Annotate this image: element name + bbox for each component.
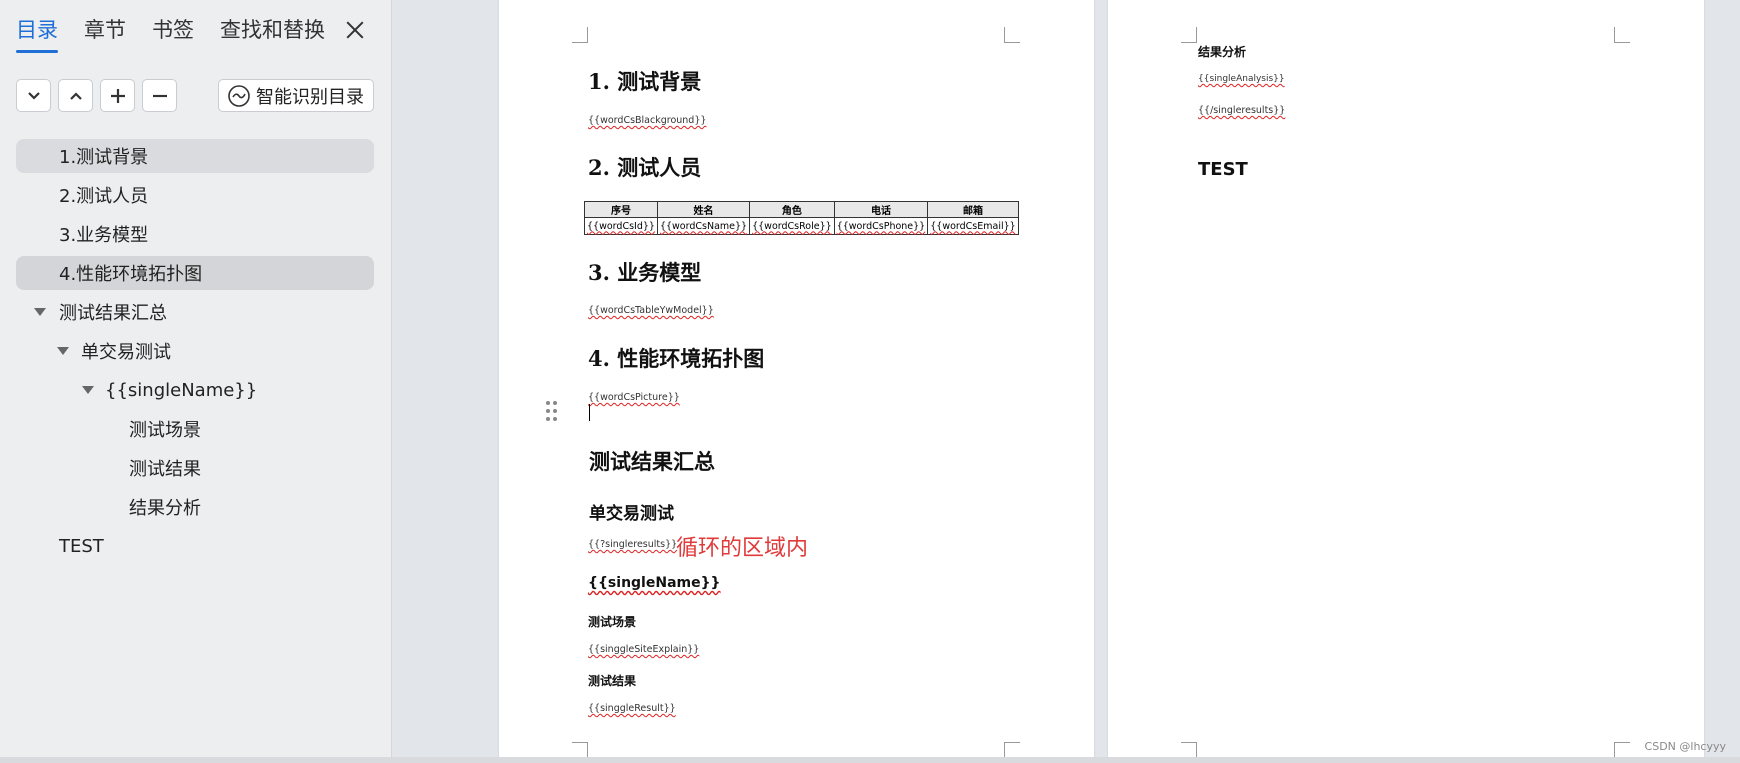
placeholder-results-close[interactable]: {{/singleresults}} (1198, 105, 1285, 116)
heading-test-scene[interactable]: 测试场景 (588, 613, 636, 630)
heading-single-transaction[interactable]: 单交易测试 (589, 499, 674, 524)
heading-topology[interactable]: 4. 性能环境拓扑图 (588, 343, 764, 373)
tab-toc[interactable]: 目录 (16, 14, 58, 53)
placeholder-results-open[interactable]: {{?singleresults}} (588, 539, 677, 550)
toc-tree: 1.测试背景 2.测试人员 3.业务模型 4.性能环境拓扑图 测试结果汇总 单交… (16, 139, 374, 568)
placeholder-background[interactable]: {{wordCsBlackground}} (588, 115, 706, 126)
smart-recognize-icon (228, 84, 250, 107)
table-header-cell[interactable]: 序号 (584, 201, 658, 218)
toc-item[interactable]: 结果分析 (16, 490, 374, 524)
toc-item[interactable]: 单交易测试 (16, 334, 374, 368)
close-icon[interactable] (343, 18, 367, 42)
tab-sections[interactable]: 章节 (84, 14, 126, 50)
crop-mark (1004, 742, 1020, 758)
add-button[interactable] (100, 79, 135, 112)
minus-icon (152, 94, 167, 97)
move-down-button[interactable] (16, 79, 51, 112)
table-cell[interactable]: {{wordCsName}} (656, 217, 751, 235)
chevron-up-icon (69, 91, 82, 100)
table-cell[interactable]: {{wordCsPhone}} (833, 217, 929, 235)
heading-results-summary[interactable]: 测试结果汇总 (589, 446, 715, 476)
heading-test-result[interactable]: 测试结果 (588, 672, 636, 689)
navigation-pane: 目录 章节 书签 查找和替换 智能识别目录 1.测试背景 2.测试人员 3.业务… (0, 0, 392, 763)
toc-item[interactable]: 2.测试人员 (16, 178, 374, 212)
tab-find-replace[interactable]: 查找和替换 (220, 14, 325, 50)
remove-button[interactable] (142, 79, 177, 112)
placeholder-analysis[interactable]: {{singleAnalysis}} (1198, 74, 1285, 84)
toc-item[interactable]: 测试结果汇总 (16, 295, 374, 329)
table-header-cell[interactable]: 邮箱 (927, 201, 1019, 218)
tab-bookmarks[interactable]: 书签 (152, 14, 194, 50)
crop-mark (1614, 742, 1630, 758)
loop-region-note[interactable]: 循环的区域内 (676, 530, 808, 562)
table-cell[interactable]: {{wordCsId}} (584, 217, 658, 235)
placeholder-result[interactable]: {{singgleResult}} (588, 703, 676, 714)
smart-toc-button[interactable]: 智能识别目录 (218, 79, 374, 112)
expand-caret-icon[interactable] (34, 308, 46, 316)
text-cursor (589, 404, 590, 421)
toc-item[interactable]: 1.测试背景 (16, 139, 374, 173)
toc-item[interactable]: 3.业务模型 (16, 217, 374, 251)
placeholder-scene[interactable]: {{singgleSiteExplain}} (588, 644, 699, 655)
bottom-scrollbar[interactable] (0, 757, 1740, 763)
crop-mark (1181, 742, 1197, 758)
heading-result-analysis[interactable]: 结果分析 (1198, 43, 1246, 60)
table-row: {{wordCsId}} {{wordCsName}} {{wordCsRole… (584, 217, 1019, 235)
move-up-button[interactable] (58, 79, 93, 112)
chevron-down-icon (27, 91, 40, 100)
table-header-cell[interactable]: 角色 (749, 201, 835, 218)
toc-item[interactable]: TEST (16, 529, 374, 563)
smart-toc-label: 智能识别目录 (256, 86, 364, 108)
toc-item[interactable]: 测试场景 (16, 412, 374, 446)
watermark: CSDN @lhcyyy (1644, 740, 1726, 753)
table-cell[interactable]: {{wordCsEmail}} (927, 217, 1019, 235)
toc-item[interactable]: 测试结果 (16, 451, 374, 485)
toc-item[interactable]: 4.性能环境拓扑图 (16, 256, 374, 290)
crop-mark (572, 742, 588, 758)
nav-tabs: 目录 章节 书签 查找和替换 (16, 14, 351, 53)
personnel-table[interactable]: 序号 姓名 角色 电话 邮箱 {{wordCsId}} {{wordCsName… (584, 201, 1019, 235)
toc-item[interactable]: {{singleName}} (16, 373, 374, 407)
expand-caret-icon[interactable] (82, 386, 94, 394)
heading-test[interactable]: TEST (1198, 159, 1248, 180)
crop-mark (1614, 27, 1630, 43)
placeholder-single-name[interactable]: {{singleName}} (588, 575, 721, 591)
plus-icon (110, 88, 125, 103)
toc-toolbar (16, 79, 184, 112)
table-header-cell[interactable]: 姓名 (656, 201, 751, 218)
heading-background[interactable]: 1. 测试背景 (588, 66, 701, 96)
crop-mark (1004, 27, 1020, 43)
heading-business-model[interactable]: 3. 业务模型 (588, 257, 701, 287)
crop-mark (572, 27, 588, 43)
table-header-cell[interactable]: 电话 (833, 201, 929, 218)
table-cell[interactable]: {{wordCsRole}} (749, 217, 835, 235)
placeholder-picture[interactable]: {{wordCsPicture}} (588, 392, 680, 403)
placeholder-business-model[interactable]: {{wordCsTableYwModel}} (588, 305, 714, 316)
expand-caret-icon[interactable] (57, 347, 69, 355)
drag-handle-icon[interactable] (546, 401, 560, 425)
crop-mark (1181, 27, 1197, 43)
heading-personnel[interactable]: 2. 测试人员 (588, 152, 701, 182)
